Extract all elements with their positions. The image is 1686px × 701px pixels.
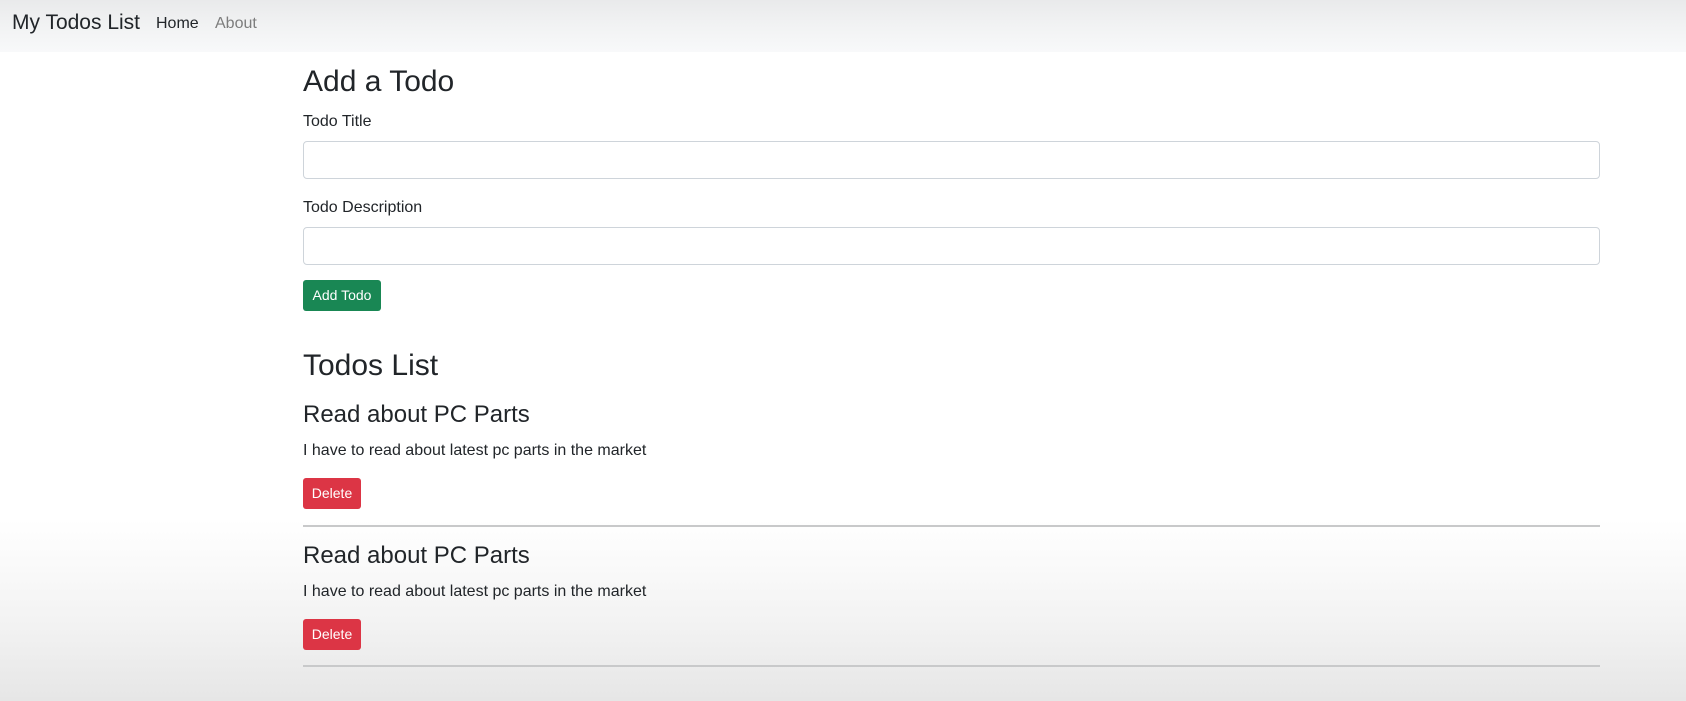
todo-item-title: Read about PC Parts (303, 542, 530, 569)
navbar-brand[interactable]: My Todos List (12, 11, 140, 35)
todo-description-label: Todo Description (303, 199, 423, 216)
todo-title-label: Todo Title (303, 113, 372, 130)
add-todo-button[interactable]: Add Todo (303, 280, 381, 311)
todos-list-heading: Todos List (303, 349, 439, 382)
todo-description-input[interactable] (303, 227, 1600, 265)
nav-link-about[interactable]: About (215, 15, 257, 33)
todo-divider (303, 665, 1600, 667)
todo-divider (303, 525, 1600, 527)
delete-button[interactable]: Delete (303, 619, 361, 650)
todo-item: Read about PC Parts (303, 401, 530, 430)
navbar: My Todos List Home About (0, 0, 1686, 52)
todo-item: Read about PC Parts (303, 542, 530, 571)
todo-item-title: Read about PC Parts (303, 401, 530, 428)
todo-item-description: I have to read about latest pc parts in … (303, 583, 647, 600)
add-todo-heading: Add a Todo (303, 65, 455, 98)
todo-title-input[interactable] (303, 141, 1600, 179)
nav-link-home[interactable]: Home (156, 15, 199, 33)
todo-item-description: I have to read about latest pc parts in … (303, 442, 647, 459)
delete-button[interactable]: Delete (303, 478, 361, 509)
